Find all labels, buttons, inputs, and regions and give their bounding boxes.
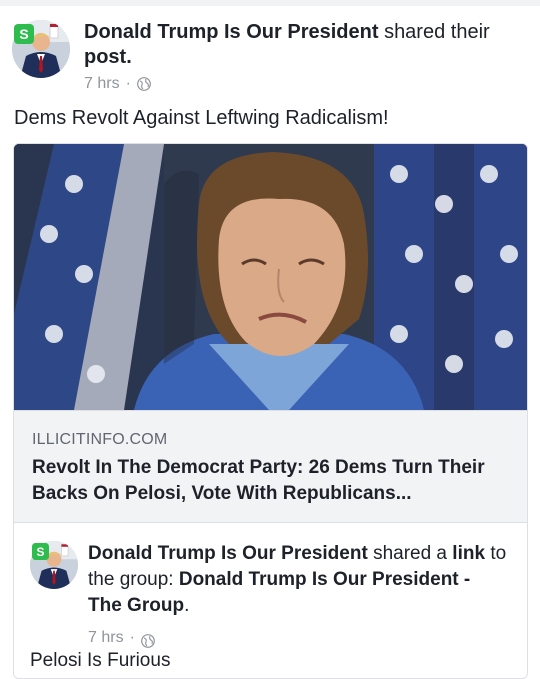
embedded-author-name[interactable]: Donald Trump Is Our President — [88, 543, 368, 564]
post-header-text: Donald Trump Is Our President shared the… — [84, 20, 524, 94]
author-name[interactable]: Donald Trump Is Our President — [84, 21, 379, 43]
globe-icon — [141, 631, 155, 648]
post-status-text: Dems Revolt Against Leftwing Radicalism! — [14, 107, 389, 129]
globe-icon — [137, 77, 151, 91]
post-link[interactable]: post. — [84, 46, 132, 68]
embedded-post-status-text: Pelosi Is Furious — [30, 650, 171, 671]
dollar-badge-icon: S — [32, 543, 49, 560]
link-domain: ILLICITINFO.COM — [32, 431, 168, 448]
embedded-share-action: shared a — [373, 543, 448, 564]
svg-text:S: S — [19, 26, 28, 42]
embedded-post-meta: 7 hrs · — [88, 625, 508, 651]
embedded-period: . — [184, 595, 190, 616]
embedded-shared-post[interactable]: S Donald Trump Is Our President shared a… — [14, 522, 527, 678]
link-preview-image[interactable] — [14, 144, 527, 410]
post-meta: 7 hrs · — [84, 74, 524, 94]
post-time[interactable]: 7 hrs — [84, 74, 120, 94]
link-headline[interactable]: Revolt In The Democrat Party: 26 Dems Tu… — [32, 455, 512, 507]
link-preview-meta[interactable]: ILLICITINFO.COM Revolt In The Democrat P… — [14, 410, 527, 523]
embedded-post-text: Donald Trump Is Our President shared a l… — [88, 541, 508, 651]
shared-link-card[interactable]: ILLICITINFO.COM Revolt In The Democrat P… — [13, 143, 528, 679]
share-action: shared their — [384, 21, 490, 43]
top-divider — [0, 0, 540, 6]
embedded-meta-separator: · — [129, 629, 135, 646]
embedded-link-word[interactable]: link — [452, 543, 485, 564]
meta-separator: · — [125, 75, 131, 92]
embedded-post-time[interactable]: 7 hrs — [88, 625, 124, 651]
dollar-badge-icon: S — [14, 24, 34, 44]
svg-text:S: S — [37, 545, 45, 559]
